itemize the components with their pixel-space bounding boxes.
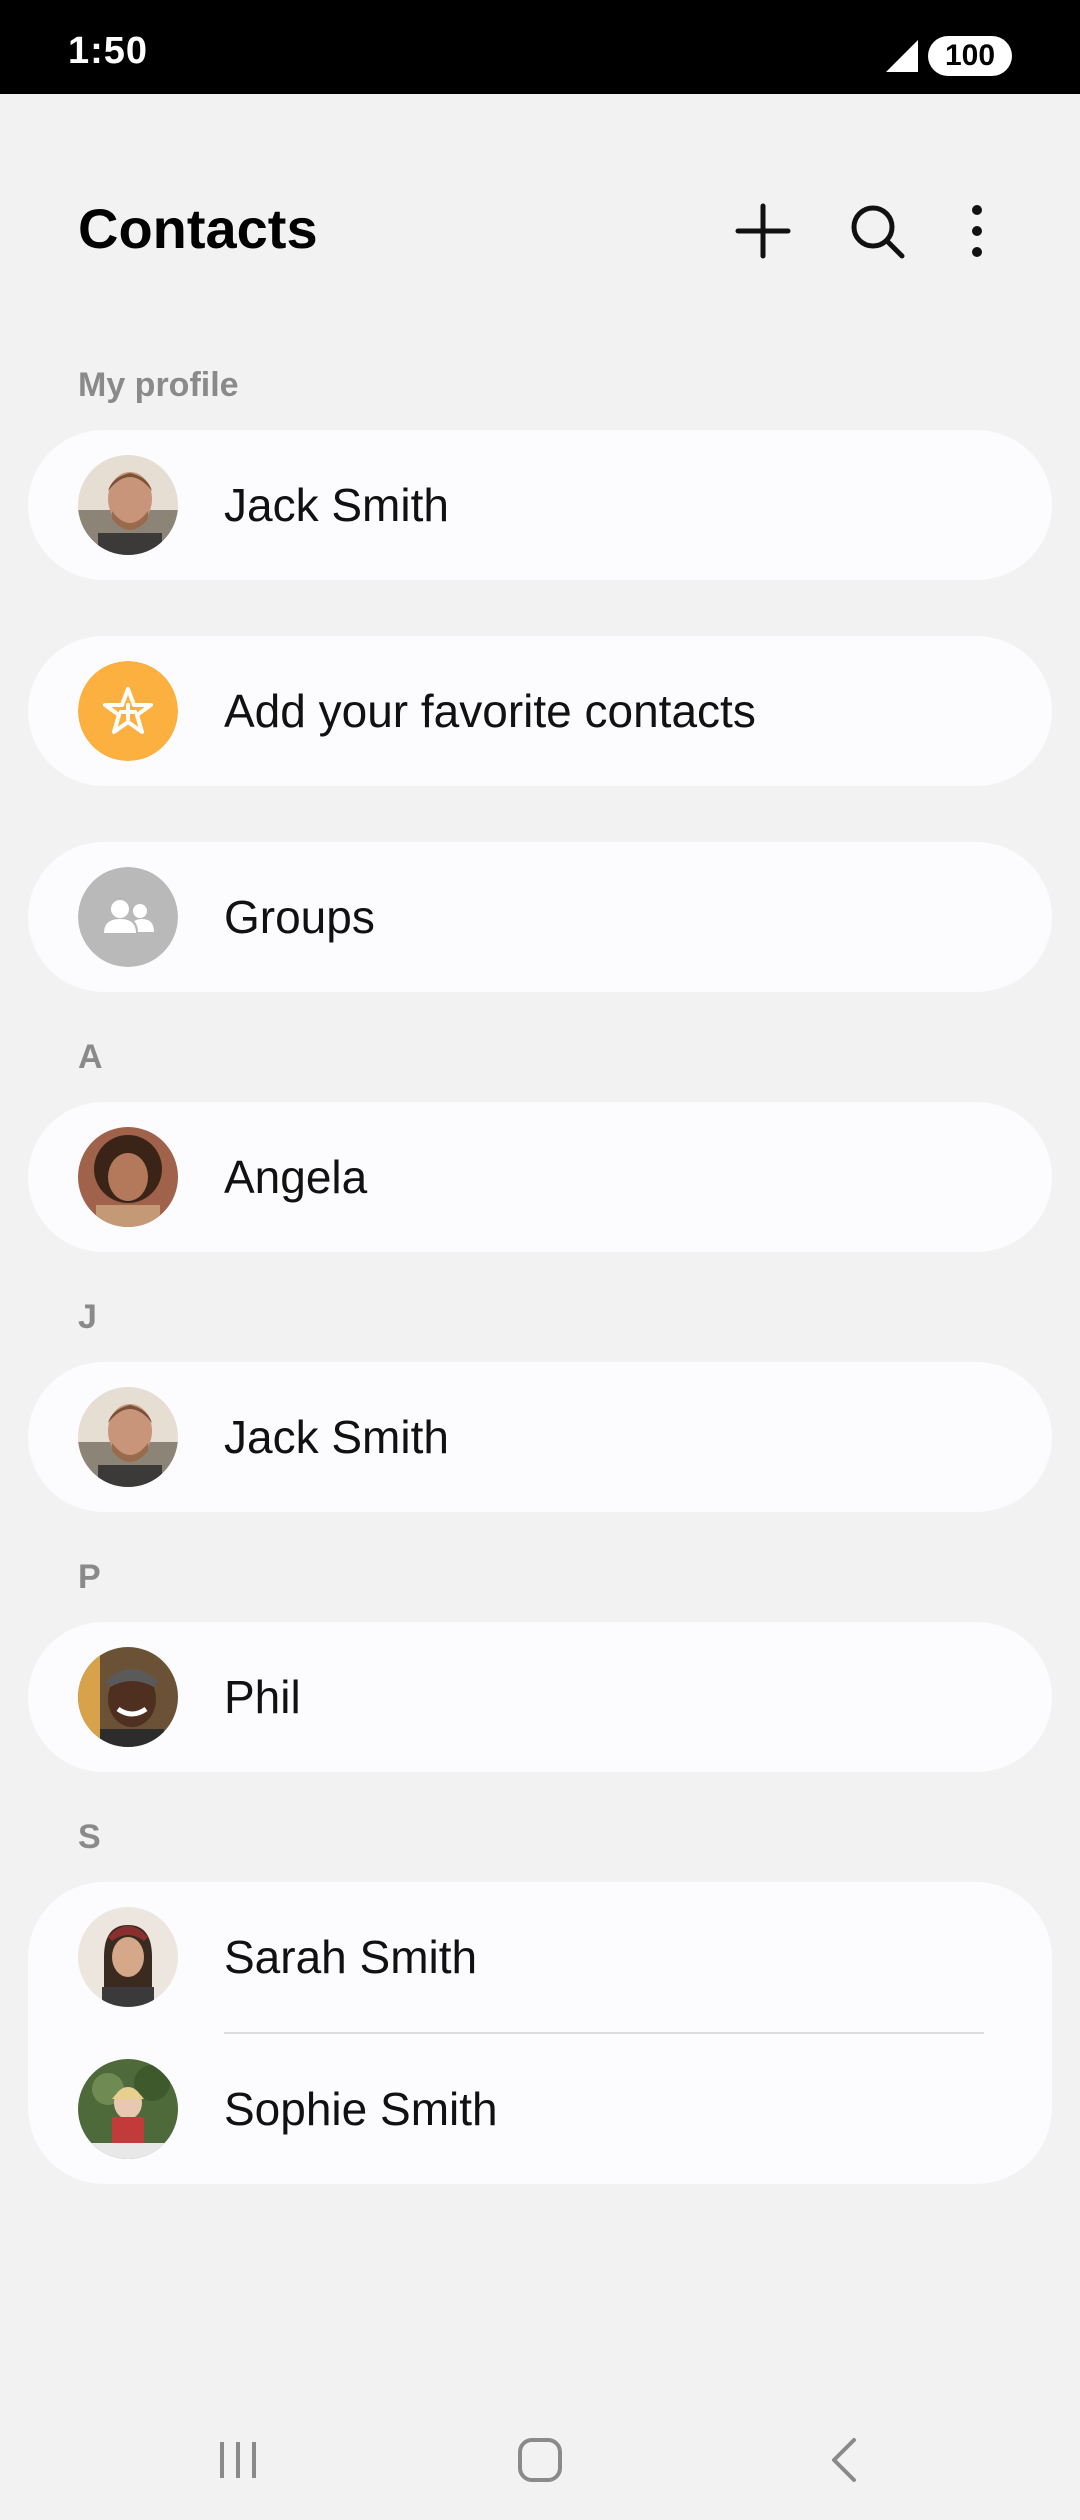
contact-row[interactable]: Jack Smith: [28, 1362, 1052, 1512]
home-icon: [518, 2438, 562, 2482]
contact-row[interactable]: Phil: [28, 1622, 1052, 1772]
contact-name: Phil: [224, 1671, 301, 1723]
section-label-s: S: [78, 1818, 101, 1856]
favorites-card[interactable]: Add your favorite contacts: [28, 636, 1052, 786]
add-contact-button[interactable]: [728, 196, 798, 266]
section-label-a: A: [78, 1038, 103, 1076]
contact-row[interactable]: Sarah Smith: [28, 1882, 1052, 2032]
profile-row[interactable]: Jack Smith: [28, 430, 1052, 580]
groups-card[interactable]: Groups: [28, 842, 1052, 992]
profile-card[interactable]: Jack Smith: [28, 430, 1052, 580]
avatar: [78, 1127, 178, 1227]
search-icon: [851, 205, 905, 259]
avatar: [78, 455, 178, 555]
avatar: [78, 2059, 178, 2159]
status-bar: 1:50 100: [0, 0, 1080, 94]
recents-icon: [220, 2442, 256, 2478]
star-icon: [78, 661, 178, 761]
recents-button[interactable]: [198, 2420, 278, 2500]
section-label-my-profile: My profile: [78, 366, 239, 404]
contact-name: Jack Smith: [224, 479, 449, 531]
section-label-j: J: [78, 1298, 97, 1336]
contact-name: Sarah Smith: [224, 1931, 478, 1983]
add-favorites-row[interactable]: Add your favorite contacts: [28, 636, 1052, 786]
home-button[interactable]: [500, 2420, 580, 2500]
groups-label: Groups: [224, 891, 375, 943]
more-vertical-icon: [972, 205, 982, 257]
contact-card-angela[interactable]: Angela: [28, 1102, 1052, 1252]
back-button[interactable]: [804, 2420, 884, 2500]
contact-row[interactable]: Angela: [28, 1102, 1052, 1252]
contact-row[interactable]: Sophie Smith: [28, 2034, 1052, 2184]
section-label-p: P: [78, 1558, 101, 1596]
avatar: [78, 1907, 178, 2007]
battery-indicator: 100: [928, 36, 1012, 76]
contact-card-jack[interactable]: Jack Smith: [28, 1362, 1052, 1512]
contact-card-phil[interactable]: Phil: [28, 1622, 1052, 1772]
search-button[interactable]: [842, 196, 912, 266]
signal-icon: [884, 38, 920, 74]
more-options-button[interactable]: [942, 196, 1012, 266]
contact-card-group-s[interactable]: Sarah Smith Sophie Smith: [28, 1882, 1052, 2184]
navigation-bar: [0, 2400, 1080, 2520]
groups-row[interactable]: Groups: [28, 842, 1052, 992]
page-title: Contacts: [78, 197, 318, 260]
avatar: [78, 1647, 178, 1747]
contact-name: Angela: [224, 1151, 368, 1203]
back-icon: [832, 2438, 856, 2482]
status-time: 1:50: [68, 30, 149, 72]
avatar: [78, 1387, 178, 1487]
plus-icon: [735, 203, 791, 259]
contact-name: Sophie Smith: [224, 2083, 498, 2135]
people-icon: [78, 867, 178, 967]
add-favorites-label: Add your favorite contacts: [224, 685, 756, 737]
contact-name: Jack Smith: [224, 1411, 449, 1463]
